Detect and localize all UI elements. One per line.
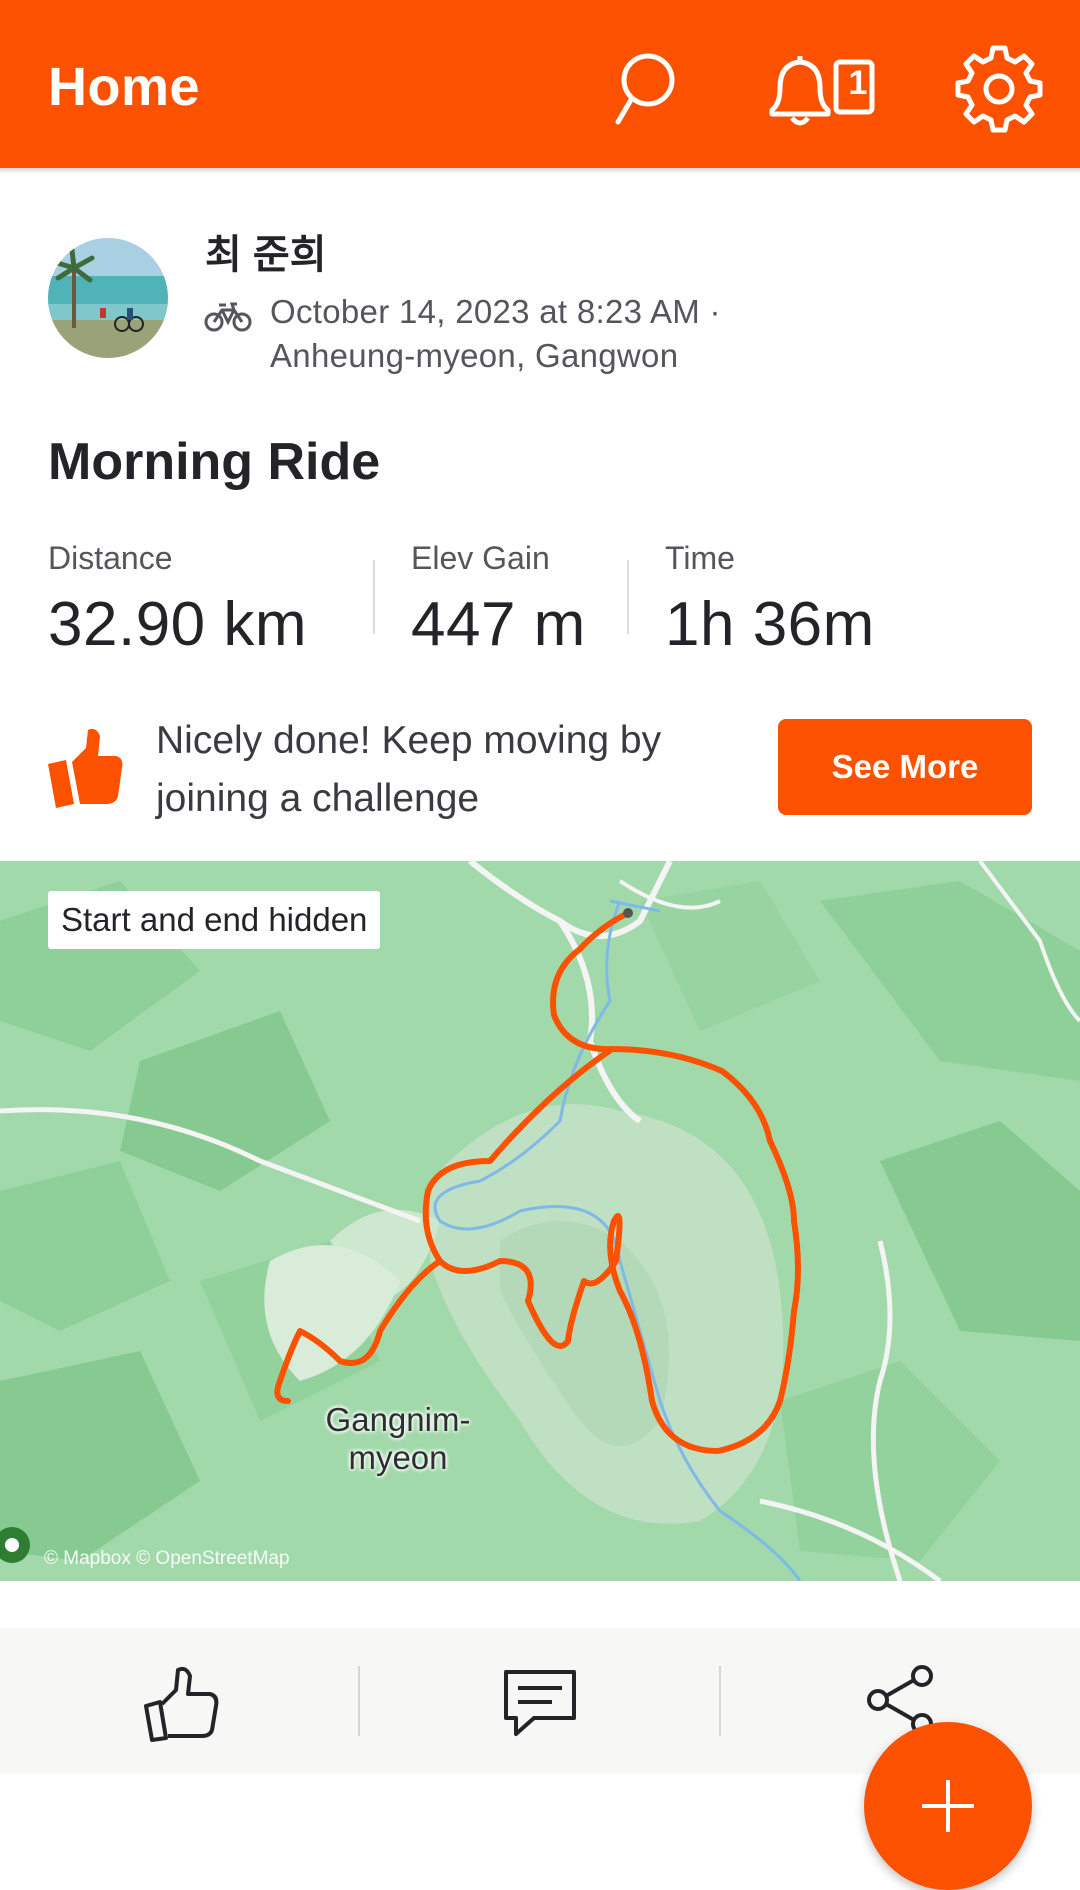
notification-count: 1 (848, 64, 868, 102)
activity-title[interactable]: Morning Ride (48, 432, 380, 492)
stat-value: 32.90 km (48, 590, 308, 659)
notifications-button[interactable]: 1 (758, 44, 878, 134)
plus-icon (922, 1780, 974, 1832)
see-more-button[interactable]: See More (778, 719, 1032, 815)
stat-label: Elev Gain (411, 540, 550, 576)
thumbs-up-icon (46, 726, 124, 808)
activity-meta: October 14, 2023 at 8:23 AM · Anheung-my… (270, 290, 721, 378)
settings-gear-icon[interactable] (954, 44, 1044, 134)
privacy-chip: Start and end hidden (48, 891, 381, 949)
activity-datetime: October 14, 2023 at 8:23 AM · (270, 293, 721, 330)
header-shadow (0, 168, 1080, 174)
stat-value: 447 m (411, 590, 586, 659)
app-header: Home 1 (0, 0, 1080, 168)
kudos-icon[interactable] (140, 1662, 220, 1742)
stat-value: 1h 36m (665, 590, 875, 659)
action-divider (358, 1666, 360, 1736)
route-map[interactable]: Start and end hidden Gangnim-myeon © Map… (0, 861, 1080, 1581)
stat-time: Time 1h 36m (665, 540, 875, 660)
athlete-name[interactable]: 최 준희 (205, 222, 327, 280)
map-terrain (0, 861, 1080, 1581)
comment-icon[interactable] (500, 1662, 580, 1742)
mapbox-logo-icon[interactable] (0, 1525, 32, 1565)
activity-location: Anheung-myeon, Gangwon (270, 337, 679, 374)
stat-elev-gain: Elev Gain 447 m (411, 540, 586, 660)
stat-label: Time (665, 540, 735, 576)
stat-divider (627, 560, 629, 634)
bike-icon (204, 300, 252, 334)
stat-distance: Distance 32.90 km (48, 540, 307, 660)
add-activity-button[interactable] (864, 1722, 1032, 1890)
map-attribution[interactable]: © Mapbox © OpenStreetMap (44, 1548, 290, 1570)
challenge-prompt-text: Nicely done! Keep moving by joining a ch… (156, 719, 662, 820)
action-divider (719, 1666, 721, 1736)
avatar[interactable] (48, 238, 168, 358)
stat-label: Distance (48, 540, 173, 576)
page-title: Home (48, 57, 201, 117)
map-town-label: Gangnim-myeon (325, 1401, 471, 1476)
search-icon[interactable] (598, 44, 688, 134)
stat-divider (373, 560, 375, 634)
